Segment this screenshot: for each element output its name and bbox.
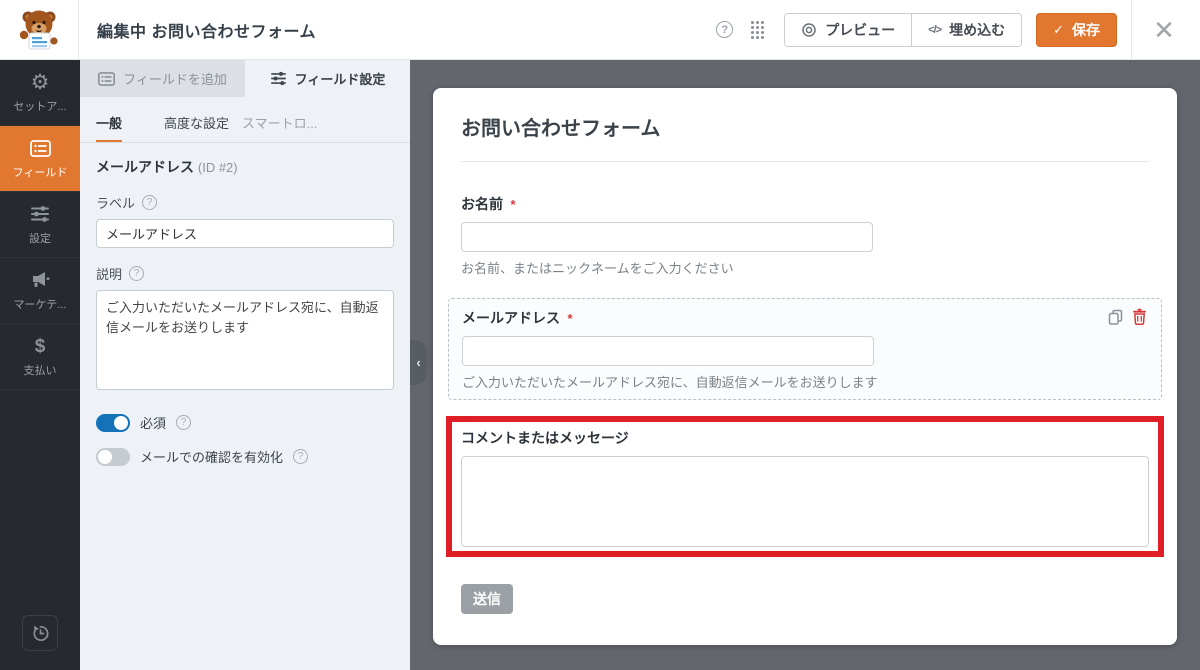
sliders-icon: [30, 203, 50, 225]
preview-embed-group: プレビュー </> 埋め込む: [784, 13, 1022, 47]
eye-icon: [801, 22, 817, 38]
field-id: (ID #2): [198, 160, 238, 175]
copy-icon: [1108, 309, 1123, 325]
sidebar-item-marketing[interactable]: マーケテ...: [0, 258, 80, 324]
sidebar-item-setup[interactable]: ⚙ セットア...: [0, 60, 80, 126]
gear-icon: ⚙: [31, 71, 50, 93]
embed-button[interactable]: </> 埋め込む: [911, 14, 1021, 46]
help-icon[interactable]: ?: [129, 266, 144, 281]
sidebar-item-label: 設定: [29, 230, 51, 246]
revisions-button[interactable]: [22, 615, 58, 651]
tab-add-fields[interactable]: フィールドを追加: [80, 60, 245, 97]
chevron-left-icon: ‹: [416, 355, 420, 370]
field-title-row: メールアドレス (ID #2): [96, 157, 394, 177]
help-icon: ?: [716, 21, 733, 38]
dollar-icon: $: [35, 335, 46, 357]
name-field-input[interactable]: [461, 222, 873, 252]
form-builder-app: 編集中 お問い合わせフォーム ? プレビュー </>: [0, 0, 1200, 670]
check-icon: ✓: [1053, 22, 1064, 38]
submit-button[interactable]: 送信: [461, 584, 513, 614]
sliders-icon: [270, 71, 287, 86]
tab-field-options[interactable]: フィールド設定: [245, 60, 410, 97]
sidebar-item-label: セットア...: [13, 98, 66, 114]
email-confirm-toggle-label: メールでの確認を有効化: [140, 447, 283, 466]
help-button[interactable]: ?: [716, 21, 733, 38]
tab-label: フィールド設定: [295, 69, 386, 88]
history-icon: [30, 623, 51, 644]
sidebar-item-payments[interactable]: $ 支払い: [0, 324, 80, 390]
email-confirm-toggle[interactable]: [96, 448, 130, 466]
help-icon[interactable]: ?: [176, 415, 191, 430]
description-option-label: 説明: [96, 264, 122, 283]
field-title: メールアドレス: [96, 159, 194, 175]
sidebar-item-label: 支払い: [24, 362, 57, 378]
name-field-help: お名前、またはニックネームをご入力ください: [461, 258, 1149, 277]
sidebar-item-label: マーケテ...: [14, 296, 67, 312]
save-button[interactable]: ✓ 保存: [1036, 13, 1117, 47]
form-title-divider: [461, 161, 1149, 162]
comment-field-textarea[interactable]: [461, 456, 1149, 547]
close-button[interactable]: ✕: [1142, 17, 1186, 43]
field-options-panel: フィールドを追加 フィールド設定 一般 高度な設定 スマートロ... メールアド…: [80, 60, 410, 670]
email-field-input[interactable]: [462, 336, 874, 366]
email-field-help: ご入力いただいたメールアドレス宛に、自動返信メールをお送りします: [462, 372, 1148, 391]
topbar-divider: [1131, 0, 1132, 60]
help-icon[interactable]: ?: [142, 195, 157, 210]
required-toggle-row: 必須 ?: [96, 413, 394, 432]
form-preview-workspace: お問い合わせフォーム お名前 * お名前、またはニックネームをご入力ください メ…: [410, 60, 1200, 670]
form-name: お問い合わせフォーム: [151, 24, 316, 41]
embed-label: 埋め込む: [949, 20, 1005, 40]
apps-grid-icon[interactable]: [751, 21, 764, 39]
comment-field-label: コメントまたはメッセージ: [461, 430, 629, 446]
panel-body: メールアドレス (ID #2) ラベル ? 説明 ? ご入力いただいたメールアド…: [80, 143, 410, 495]
form-title: お問い合わせフォーム: [461, 112, 1149, 141]
sidebar-item-label: フィールド: [13, 164, 68, 180]
sidebar-item-settings[interactable]: 設定: [0, 192, 80, 258]
sidebar-nav: ⚙ セットア... フィールド: [0, 60, 80, 670]
panel-collapse-handle[interactable]: ‹: [410, 340, 427, 385]
subtab-advanced[interactable]: 高度な設定: [164, 113, 229, 142]
tab-label: フィールドを追加: [123, 69, 227, 88]
fields-icon: [98, 72, 115, 86]
label-option-row: ラベル ?: [96, 193, 394, 212]
trash-icon: [1132, 308, 1147, 325]
annotation-red-box: コメントまたはメッセージ: [446, 416, 1164, 557]
fields-icon: [30, 137, 51, 159]
preview-button[interactable]: プレビュー: [785, 14, 911, 46]
label-option-label: ラベル: [96, 193, 135, 212]
save-label: 保存: [1072, 20, 1100, 40]
required-asterisk: *: [510, 197, 515, 212]
preview-label: プレビュー: [825, 20, 895, 40]
editing-label: 編集中: [97, 24, 147, 41]
page-title: 編集中 お問い合わせフォーム: [97, 18, 316, 42]
required-asterisk: *: [567, 311, 572, 326]
option-subtabs: 一般 高度な設定 スマートロ...: [80, 97, 410, 143]
help-icon[interactable]: ?: [293, 449, 308, 464]
required-toggle[interactable]: [96, 414, 130, 432]
field-comment[interactable]: コメントまたはメッセージ: [461, 428, 1149, 547]
code-icon: </>: [928, 24, 941, 36]
name-field-label: お名前: [461, 196, 503, 212]
panel-tabs: フィールドを追加 フィールド設定: [80, 60, 410, 97]
field-name[interactable]: お名前 * お名前、またはニックネームをご入力ください: [461, 194, 1149, 277]
form-preview-card: お問い合わせフォーム お名前 * お名前、またはニックネームをご入力ください メ…: [433, 88, 1177, 645]
wpforms-logo: [0, 0, 79, 59]
field-email-selected[interactable]: メールアドレス *: [448, 298, 1162, 400]
topbar-actions: ? プレビュー </> 埋め込む ✓: [716, 0, 1200, 60]
topbar: 編集中 お問い合わせフォーム ? プレビュー </>: [0, 0, 1200, 60]
label-input[interactable]: [96, 219, 394, 248]
delete-field-button[interactable]: [1132, 308, 1147, 325]
bear-logo-icon: [17, 8, 61, 52]
sidebar-item-fields[interactable]: フィールド: [0, 126, 80, 192]
subtab-general[interactable]: 一般: [96, 113, 122, 142]
megaphone-icon: [30, 269, 50, 291]
description-textarea[interactable]: ご入力いただいたメールアドレス宛に、自動返信メールをお送りします: [96, 290, 394, 390]
duplicate-field-button[interactable]: [1108, 309, 1123, 325]
email-confirm-toggle-row: メールでの確認を有効化 ?: [96, 447, 394, 466]
email-field-label: メールアドレス: [462, 310, 560, 326]
subtab-smart-logic[interactable]: スマートロ...: [242, 113, 317, 142]
field-actions: [1108, 308, 1147, 325]
description-option-row: 説明 ?: [96, 264, 394, 283]
required-toggle-label: 必須: [140, 413, 166, 432]
